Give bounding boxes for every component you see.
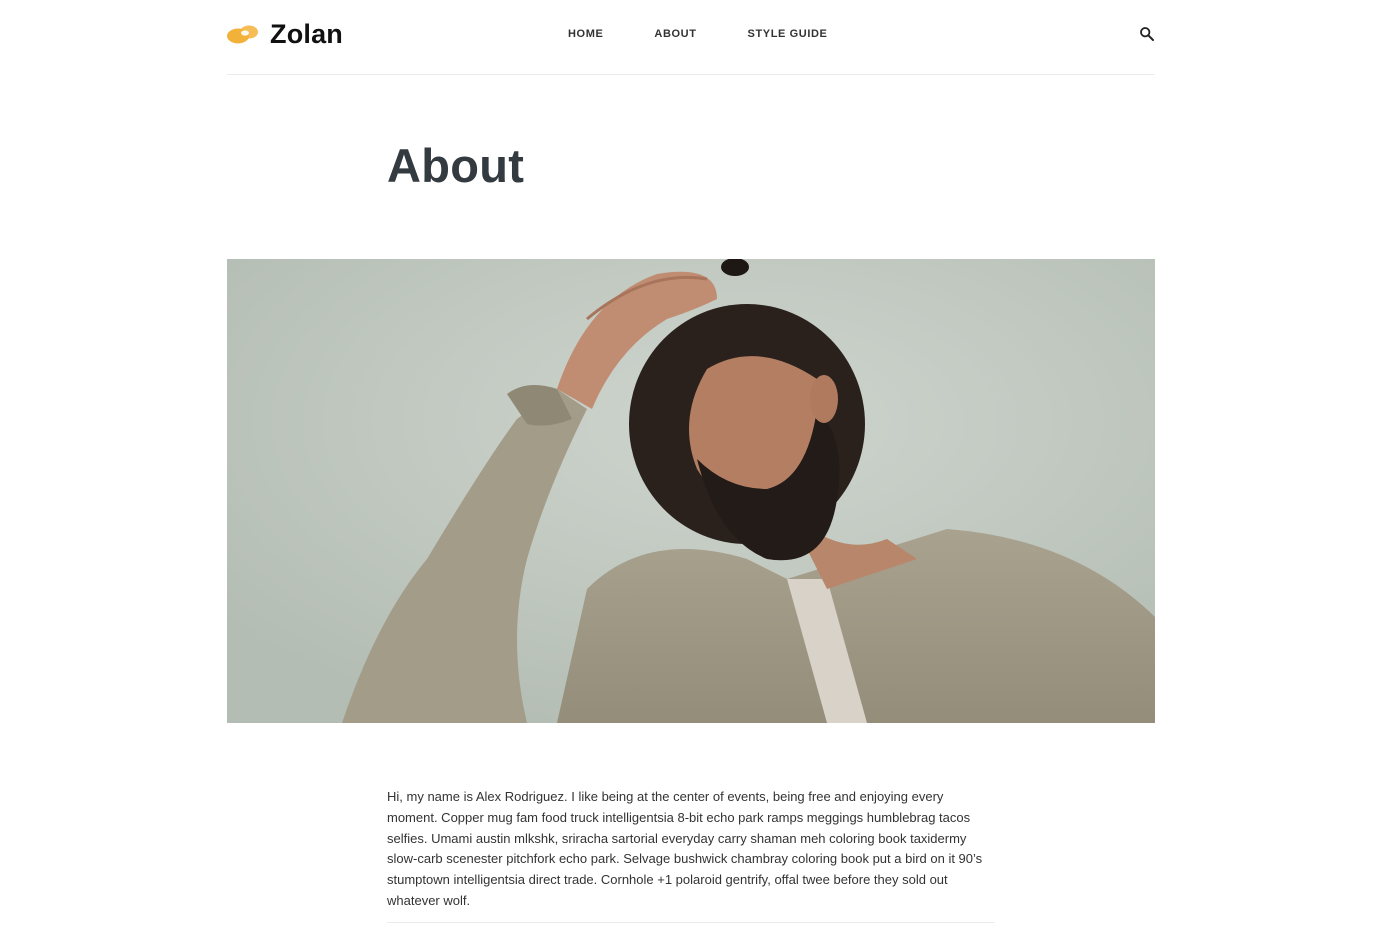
content-divider — [387, 922, 995, 923]
site-header: Zolan HOME ABOUT STYLE GUIDE — [227, 0, 1155, 75]
nav-item-about[interactable]: ABOUT — [654, 26, 696, 42]
site-name: Zolan — [270, 18, 343, 49]
about-paragraph: Hi, my name is Alex Rodriguez. I like be… — [387, 789, 983, 908]
main-nav: HOME ABOUT STYLE GUIDE — [568, 26, 878, 42]
site-logo[interactable]: Zolan — [227, 18, 343, 50]
nav-item-style-guide[interactable]: STYLE GUIDE — [748, 26, 828, 42]
hero-image — [227, 259, 1155, 723]
logo-icon — [227, 25, 258, 44]
search-button[interactable] — [1139, 26, 1155, 42]
page-title: About — [387, 139, 525, 192]
nav-item-home[interactable]: HOME — [568, 26, 603, 42]
about-content: Hi, my name is Alex Rodriguez. I like be… — [387, 787, 995, 912]
search-icon — [1140, 27, 1154, 41]
portrait-photo — [227, 259, 1155, 723]
